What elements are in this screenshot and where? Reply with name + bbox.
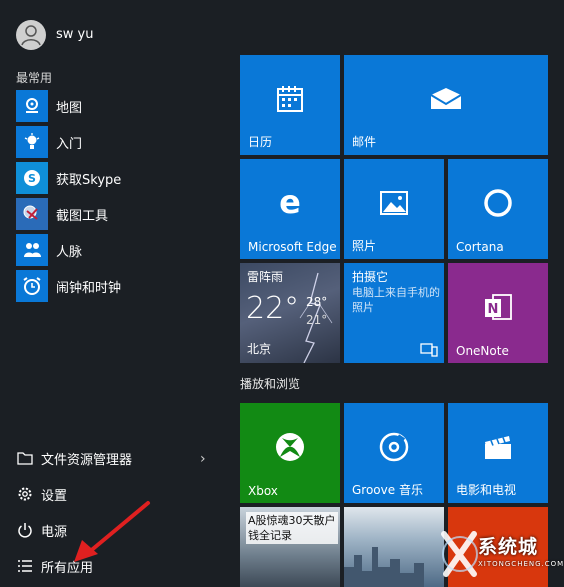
calendar-icon — [277, 86, 303, 112]
groove-music-icon — [379, 432, 409, 462]
edge-icon: e — [279, 188, 301, 218]
tile-label: 电影和电视 — [456, 483, 517, 497]
annotation-arrow-icon — [74, 501, 150, 562]
map-icon — [16, 90, 48, 122]
phone-photos-title: 拍摄它 — [352, 270, 389, 284]
group-play-browse-heading[interactable]: 播放和浏览 — [240, 375, 300, 392]
file-explorer-label: 文件资源管理器 — [41, 452, 133, 468]
tile-label: Groove 音乐 — [352, 483, 423, 497]
tile-mail[interactable]: 邮件 — [344, 55, 548, 155]
tile-news[interactable]: A股惊魂30天散户钱全记录 — [240, 507, 340, 587]
chevron-right-icon[interactable]: › — [200, 451, 206, 467]
weather-low: 21° — [306, 313, 328, 327]
people-icon — [16, 234, 48, 266]
cortana-icon — [484, 189, 512, 217]
most-used-heading: 最常用 — [16, 71, 53, 85]
tile-photos[interactable]: 照片 — [344, 159, 444, 259]
skype-icon: S — [16, 162, 48, 194]
tile-photo-live[interactable] — [344, 507, 444, 587]
app-label: 入门 — [56, 136, 83, 152]
tile-edge[interactable]: e Microsoft Edge — [240, 159, 340, 259]
app-label: 获取Skype — [56, 172, 122, 188]
svg-text:e: e — [279, 188, 301, 218]
gear-icon — [16, 485, 34, 503]
mail-icon — [430, 88, 462, 109]
app-label: 人脉 — [56, 244, 83, 260]
tile-label: Xbox — [248, 484, 278, 498]
tile-calendar[interactable]: 日历 — [240, 55, 340, 155]
watermark-text: 系统城 — [478, 536, 539, 558]
tile-phone-companion[interactable]: 拍摄它 电脑上来自手机的照片 — [344, 263, 444, 363]
weather-city: 北京 — [247, 342, 272, 356]
news-headline: A股惊魂30天散户钱全记录 — [246, 512, 338, 544]
film-clapper-icon — [485, 436, 511, 459]
x-logo-icon — [441, 531, 478, 577]
tile-label: 照片 — [352, 239, 377, 253]
tile-cortana[interactable]: Cortana — [448, 159, 548, 259]
snipping-tool-icon — [16, 198, 48, 230]
lightbulb-icon — [16, 126, 48, 158]
app-item-alarms[interactable]: 闹钟和时钟 — [16, 270, 216, 302]
list-icon — [16, 557, 34, 575]
phone-companion-icon — [420, 343, 438, 357]
app-item-people[interactable]: 人脉 — [16, 234, 216, 266]
tile-movies-tv[interactable]: 电影和电视 — [448, 403, 548, 503]
onenote-icon: N — [485, 294, 512, 320]
user-name[interactable]: sw yu — [56, 27, 93, 42]
tile-label: Microsoft Edge — [248, 240, 337, 254]
power-icon — [16, 521, 34, 539]
weather-temperature: 22° — [246, 291, 300, 326]
svg-text:N: N — [488, 302, 499, 317]
app-label: 闹钟和时钟 — [56, 280, 122, 296]
app-item-maps[interactable]: 地图 — [16, 90, 216, 122]
folder-icon — [16, 449, 34, 467]
app-item-skype[interactable]: S 获取Skype — [16, 162, 216, 194]
weather-high: 28° — [306, 295, 328, 309]
tile-label: 邮件 — [352, 135, 377, 149]
app-label: 地图 — [56, 100, 83, 116]
user-icon — [21, 25, 41, 46]
watermark-subtext: XITONGCHENG.COM — [478, 560, 564, 568]
svg-text:S: S — [28, 172, 36, 185]
app-item-get-started[interactable]: 入门 — [16, 126, 216, 158]
photos-icon — [380, 191, 408, 215]
file-explorer-item[interactable]: 文件资源管理器 — [16, 446, 216, 470]
city-skyline-icon — [344, 547, 424, 587]
tile-label: OneNote — [456, 344, 509, 358]
app-label: 截图工具 — [56, 208, 109, 224]
phone-photos-description: 电脑上来自手机的照片 — [352, 286, 440, 314]
tile-onenote[interactable]: N OneNote — [448, 263, 548, 363]
tile-label: 日历 — [248, 135, 273, 149]
tile-xbox[interactable]: Xbox — [240, 403, 340, 503]
tile-weather[interactable]: 雷阵雨 22° 28° 21° 北京 — [240, 263, 340, 363]
user-avatar[interactable] — [16, 20, 46, 50]
watermark-logo: 系统城 XITONGCHENG.COM — [440, 520, 564, 587]
tile-label: Cortana — [456, 240, 504, 254]
weather-condition: 雷阵雨 — [247, 270, 284, 284]
app-item-snipping-tool[interactable]: 截图工具 — [16, 198, 216, 230]
tile-groove[interactable]: Groove 音乐 — [344, 403, 444, 503]
xbox-icon — [276, 433, 304, 461]
alarm-clock-icon — [16, 270, 48, 302]
